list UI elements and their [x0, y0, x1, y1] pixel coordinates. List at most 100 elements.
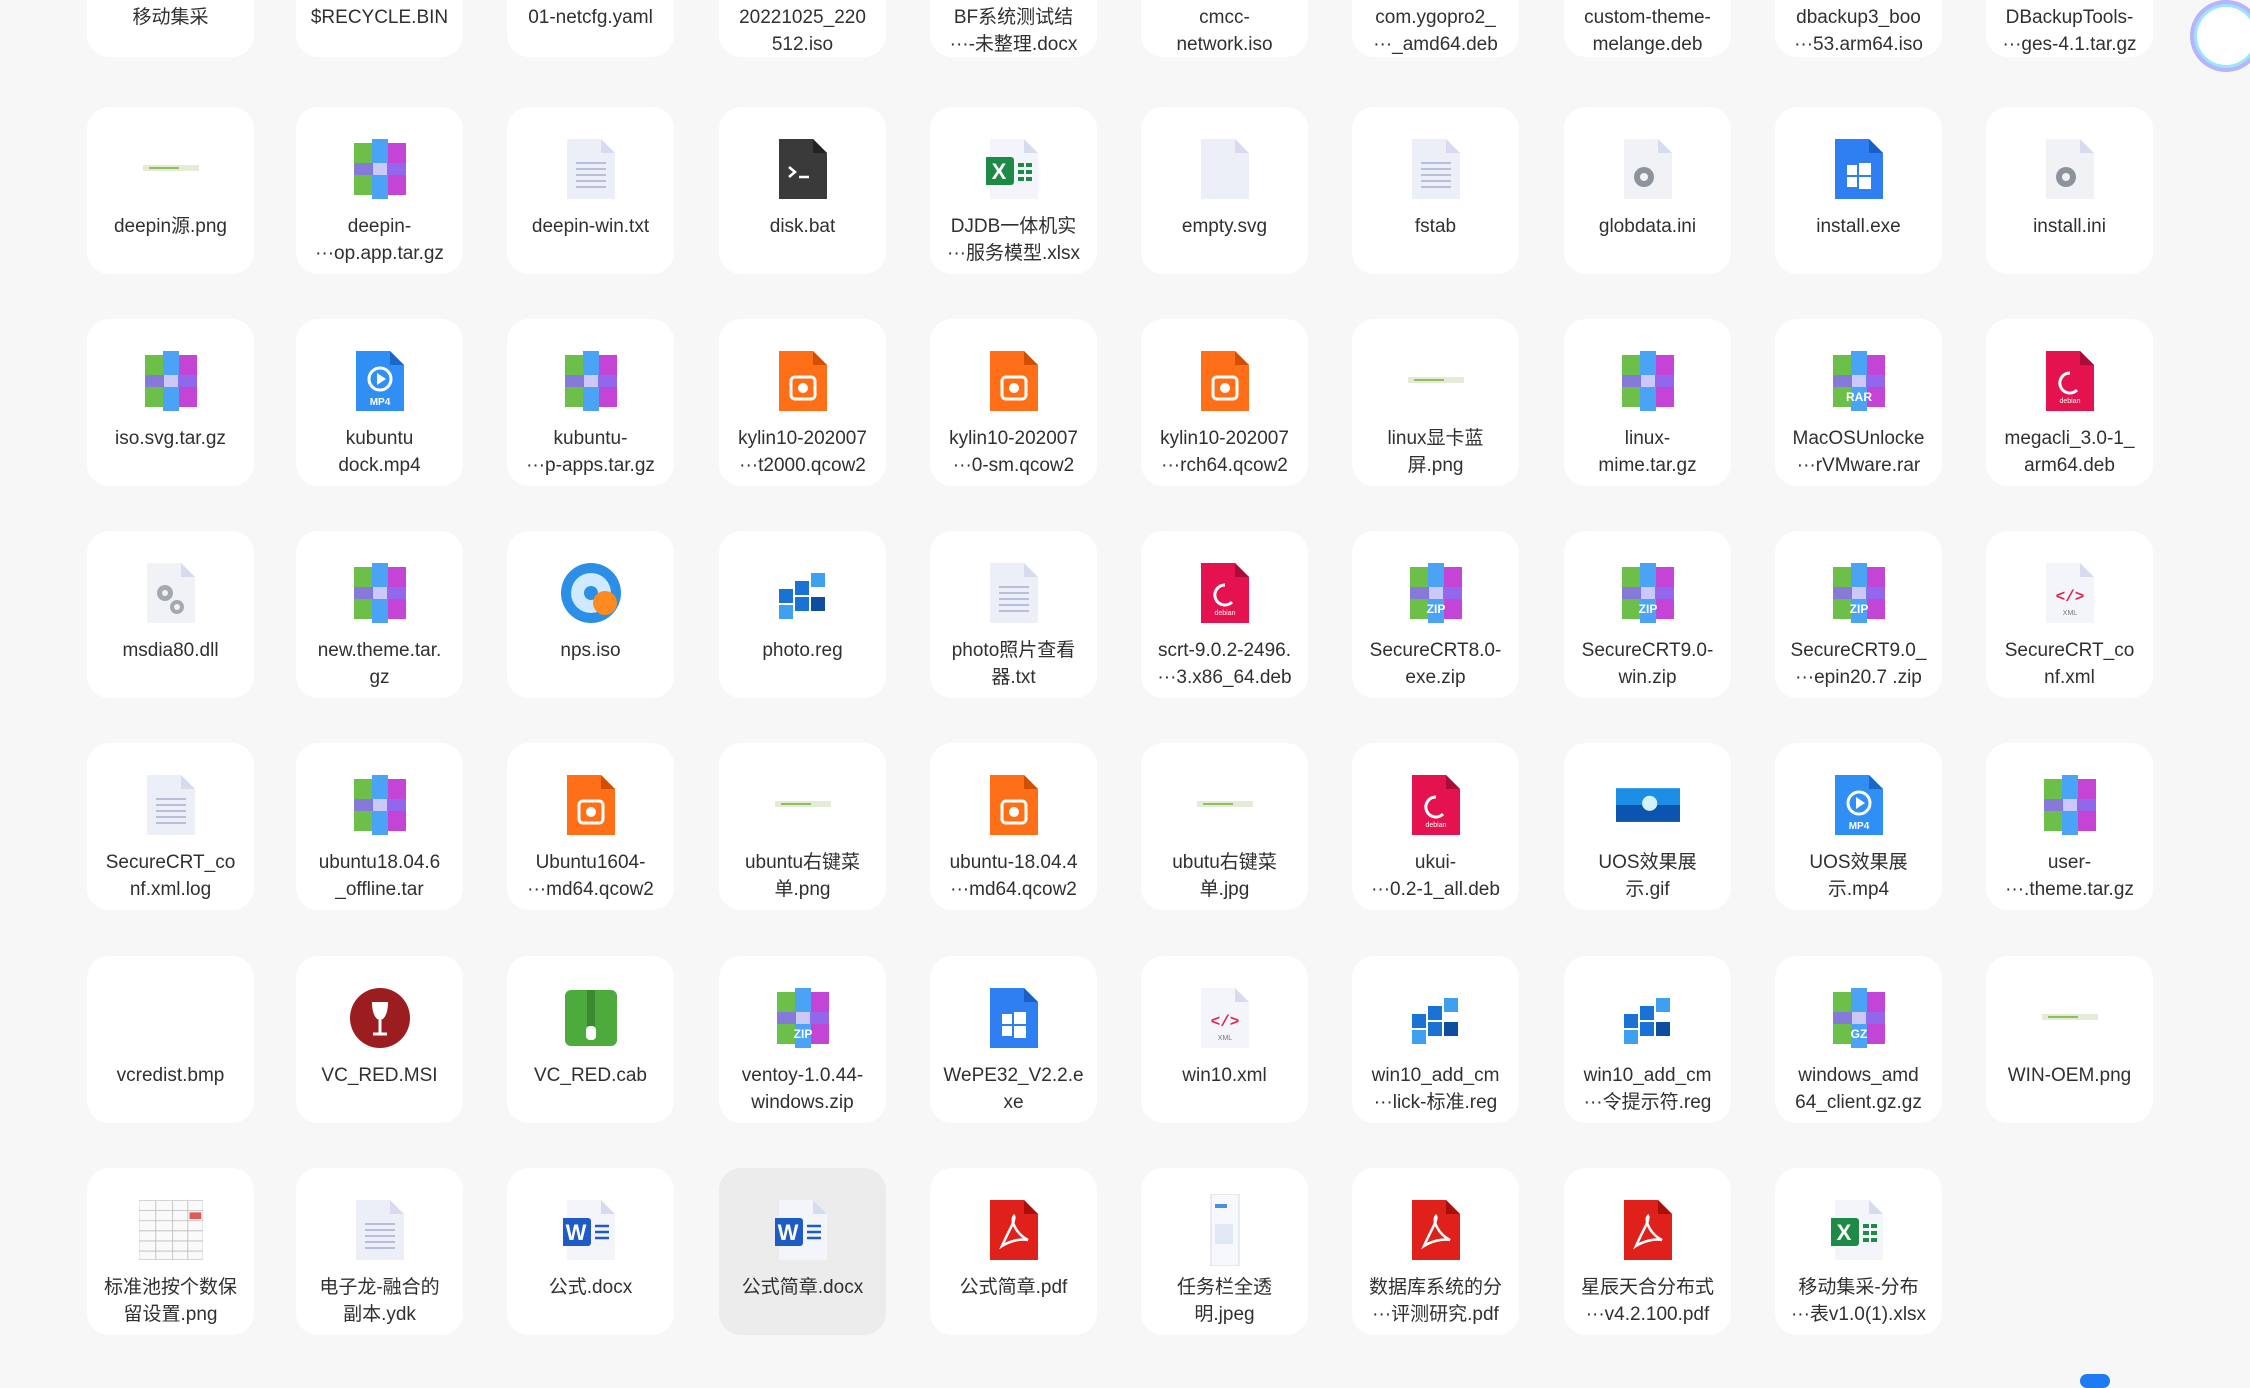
file-grid: 移动集采 $RECYCLE.BIN 01-netcfg.yaml 20221025_2… — [0, 0, 2250, 1384]
image-thumb-icon — [1404, 347, 1468, 415]
file-item[interactable]: deepin- ···op.app.tar.gz — [296, 107, 463, 274]
file-item[interactable]: ZIP SecureCRT9.0_ ···epin20.7 .zip — [1775, 531, 1942, 698]
file-item[interactable]: UOS效果展 示.gif — [1564, 743, 1731, 910]
file-item[interactable]: Ubuntu1604- ···md64.qcow2 — [507, 743, 674, 910]
file-item[interactable]: com.ygopro2_ ···_amd64.deb — [1352, 0, 1519, 57]
file-item[interactable]: kubuntu- ···p-apps.tar.gz — [507, 319, 674, 486]
file-item[interactable]: ZIP ventoy-1.0.44- windows.zip — [719, 956, 886, 1123]
file-item[interactable]: kylin10-202007 ···t2000.qcow2 — [719, 319, 886, 486]
file-name: 01-netcfg.yaml — [528, 7, 653, 28]
file-item[interactable]: fstab — [1352, 107, 1519, 274]
file-item[interactable]: deepin-win.txt — [507, 107, 674, 274]
dll-icon — [139, 559, 203, 627]
file-item[interactable]: W 公式简章.docx — [719, 1168, 886, 1335]
disk-image-icon — [982, 347, 1046, 415]
file-item[interactable]: W 公式.docx — [507, 1168, 674, 1335]
file-item[interactable]: custom-theme- melange.deb — [1564, 0, 1731, 57]
file-item[interactable]: SecureCRT_co nf.xml.log — [87, 743, 254, 910]
file-item[interactable]: MP4 UOS效果展 示.mp4 — [1775, 743, 1942, 910]
file-item[interactable]: 01-netcfg.yaml — [507, 0, 674, 57]
word-icon: W — [771, 1196, 835, 1264]
file-item[interactable]: user- ···.theme.tar.gz — [1986, 743, 2153, 910]
file-name: nps.iso — [560, 640, 621, 661]
file-item[interactable]: </> XML SecureCRT_co nf.xml — [1986, 531, 2153, 698]
file-item[interactable]: ubuntu-18.04.4 ···md64.qcow2 — [930, 743, 1097, 910]
file-item[interactable]: linux显卡蓝 屏.png — [1352, 319, 1519, 486]
file-item[interactable]: GZ windows_amd 64_client.gz.gz — [1775, 956, 1942, 1123]
file-item[interactable]: debian ukui- ···0.2-1_all.deb — [1352, 743, 1519, 910]
file-item[interactable]: 公式简章.pdf — [930, 1168, 1097, 1335]
file-item[interactable]: ZIP SecureCRT8.0- exe.zip — [1352, 531, 1519, 698]
file-item[interactable]: 标准池按个数保 留设置.png — [87, 1168, 254, 1335]
file-item[interactable]: MP4 kubuntu dock.mp4 — [296, 319, 463, 486]
file-name: 数据库系统的分 ···评测研究.pdf — [1368, 1277, 1502, 1325]
file-item[interactable]: disk.bat — [719, 107, 886, 274]
file-item[interactable]: linux- mime.tar.gz — [1564, 319, 1731, 486]
file-name: SecureCRT_co nf.xml — [2004, 640, 2135, 688]
file-name: 移动集采 — [132, 7, 209, 28]
svg-text:W: W — [777, 1220, 798, 1245]
file-item[interactable]: deepin源.png — [87, 107, 254, 274]
file-item[interactable]: new.theme.tar. gz — [296, 531, 463, 698]
cab-icon — [559, 984, 623, 1052]
file-item[interactable]: X 移动集采-分布 ···表v1.0(1).xlsx — [1775, 1168, 1942, 1335]
file-item[interactable]: iso.svg.tar.gz — [87, 319, 254, 486]
image-thumb-icon — [1193, 771, 1257, 839]
file-item[interactable]: kylin10-202007 ···0-sm.qcow2 — [930, 319, 1097, 486]
file-item[interactable]: msdia80.dll — [87, 531, 254, 698]
file-name: scrt-9.0.2-2496. ···3.x86_64.deb — [1157, 640, 1292, 688]
file-item[interactable]: X DJDB一体机实 ···服务模型.xlsx — [930, 107, 1097, 274]
file-item[interactable]: nps.iso — [507, 531, 674, 698]
file-item[interactable]: win10_add_cm ···令提示符.reg — [1564, 956, 1731, 1123]
file-item[interactable]: WIN-OEM.png — [1986, 956, 2153, 1123]
file-name: kylin10-202007 ···0-sm.qcow2 — [949, 428, 1078, 476]
file-item[interactable]: install.exe — [1775, 107, 1942, 274]
disk-image-icon — [1193, 347, 1257, 415]
file-item[interactable]: cmcc- network.iso — [1141, 0, 1308, 57]
file-item[interactable]: VC_RED.cab — [507, 956, 674, 1123]
svg-text:X: X — [991, 159, 1006, 184]
file-item[interactable]: 数据库系统的分 ···评测研究.pdf — [1352, 1168, 1519, 1335]
file-item[interactable]: BF系统测试结 ···-未整理.docx — [930, 0, 1097, 57]
file-name: msdia80.dll — [122, 640, 219, 661]
file-name: custom-theme- melange.deb — [1584, 7, 1711, 55]
file-item[interactable]: globdata.ini — [1564, 107, 1731, 274]
file-item[interactable]: vcredist.bmp — [87, 956, 254, 1123]
file-name: cmcc- network.iso — [1176, 7, 1273, 55]
file-item[interactable]: $RECYCLE.BIN — [296, 0, 463, 57]
file-item[interactable]: win10_add_cm ···lick-标准.reg — [1352, 956, 1519, 1123]
file-item[interactable]: debian megacli_3.0-1_ arm64.deb — [1986, 319, 2153, 486]
file-name: deepin源.png — [113, 216, 228, 237]
file-item[interactable]: VC_RED.MSI — [296, 956, 463, 1123]
file-item[interactable]: 星辰天合分布式 ···v4.2.100.pdf — [1564, 1168, 1731, 1335]
file-item[interactable]: 电子龙-融合的 副本.ydk — [296, 1168, 463, 1335]
file-name: ubuntu右键菜 单.png — [744, 852, 861, 900]
file-item[interactable]: ubuntu18.04.6 _offline.tar — [296, 743, 463, 910]
svg-text:MP4: MP4 — [369, 397, 390, 408]
svg-text:debian: debian — [2059, 398, 2080, 405]
excel-icon: X — [982, 135, 1046, 203]
file-item[interactable]: kylin10-202007 ···rch64.qcow2 — [1141, 319, 1308, 486]
file-item[interactable]: empty.svg — [1141, 107, 1308, 274]
file-item[interactable]: 任务栏全透 明.jpeg — [1141, 1168, 1308, 1335]
file-item[interactable]: photo照片查看 器.txt — [930, 531, 1097, 698]
file-item[interactable]: dbackup3_boo ···53.arm64.iso — [1775, 0, 1942, 57]
file-item[interactable]: ZIP SecureCRT9.0- win.zip — [1564, 531, 1731, 698]
scroll-indicator[interactable] — [2080, 1374, 2110, 1388]
deb-icon: debian — [1193, 559, 1257, 627]
file-item[interactable]: 移动集采 — [87, 0, 254, 57]
file-item[interactable]: 20221025_220 512.iso — [719, 0, 886, 57]
file-item[interactable]: WePE32_V2.2.e xe — [930, 956, 1097, 1123]
file-item[interactable]: </> XML win10.xml — [1141, 956, 1308, 1123]
file-item[interactable]: ubutu右键菜 单.jpg — [1141, 743, 1308, 910]
file-item[interactable]: DBackupTools- ···ges-4.1.tar.gz — [1986, 0, 2153, 57]
file-item[interactable]: ubuntu右键菜 单.png — [719, 743, 886, 910]
file-item[interactable]: photo.reg — [719, 531, 886, 698]
file-item[interactable]: install.ini — [1986, 107, 2153, 274]
archive-icon — [2038, 771, 2102, 839]
file-name: linux- mime.tar.gz — [1598, 428, 1697, 476]
svg-text:XML: XML — [1217, 1035, 1232, 1042]
archive-icon — [348, 559, 412, 627]
file-item[interactable]: RAR MacOSUnlocke ···rVMware.rar — [1775, 319, 1942, 486]
file-item[interactable]: debian scrt-9.0.2-2496. ···3.x86_64.deb — [1141, 531, 1308, 698]
